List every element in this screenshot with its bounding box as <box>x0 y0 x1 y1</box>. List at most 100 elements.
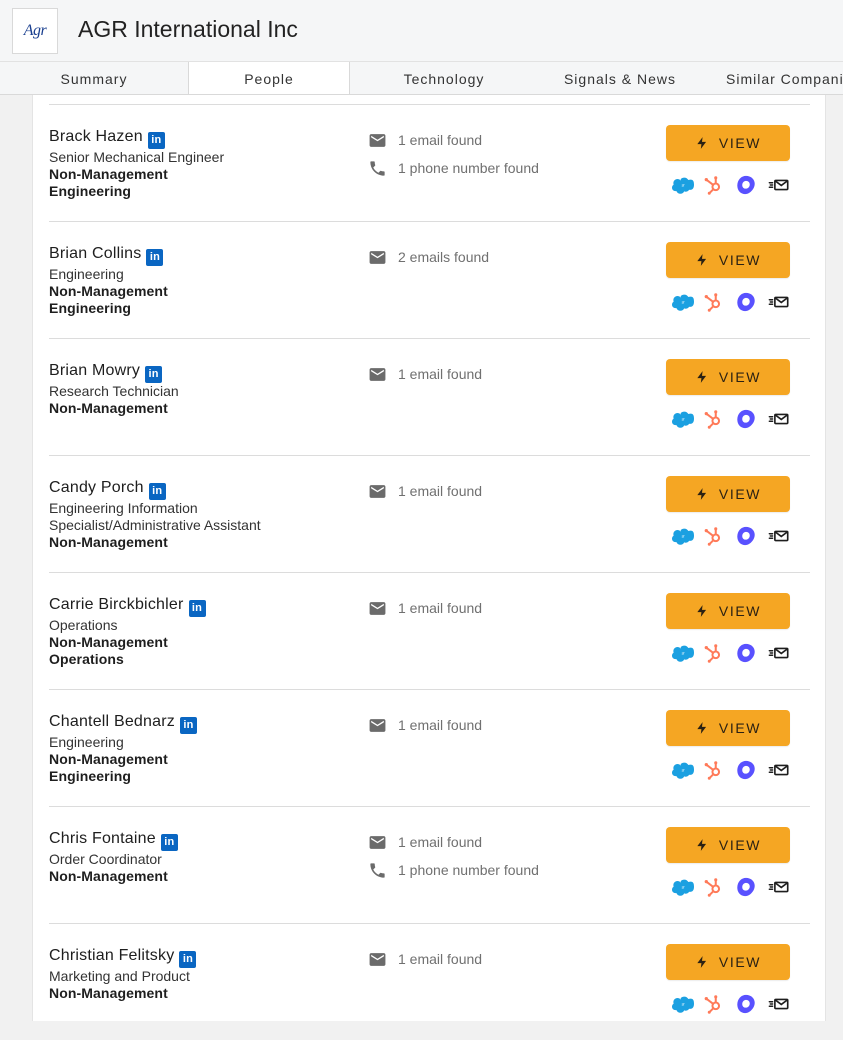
outreach-icon[interactable] <box>735 642 757 664</box>
integration-icons: sf <box>670 525 790 547</box>
view-button[interactable]: VIEW <box>666 710 790 746</box>
linkedin-icon[interactable]: in <box>145 366 163 383</box>
hubspot-icon[interactable] <box>702 759 724 781</box>
contact-info: 1 email found <box>368 711 482 739</box>
email-icon <box>368 599 398 618</box>
view-button[interactable]: VIEW <box>666 944 790 980</box>
person-details: Operations Non-Management Operations <box>49 617 168 668</box>
contact-info: 1 email found 1 phone number found <box>368 126 539 182</box>
hubspot-icon[interactable] <box>702 525 724 547</box>
send-email-icon[interactable] <box>768 876 790 898</box>
send-email-icon[interactable] <box>768 525 790 547</box>
person-name-text[interactable]: Chantell Bednarz <box>49 713 175 730</box>
person-name-text[interactable]: Carrie Birckbichler <box>49 596 184 613</box>
person-name-text[interactable]: Christian Felitsky <box>49 947 174 964</box>
hubspot-icon[interactable] <box>702 876 724 898</box>
salesforce-icon[interactable]: sf <box>672 759 694 781</box>
person-title: Engineering <box>49 734 124 750</box>
salesforce-icon[interactable]: sf <box>672 174 694 196</box>
email-count: 1 email found <box>368 594 482 622</box>
person-level: Non-Management <box>49 751 168 767</box>
outreach-icon[interactable] <box>735 993 757 1015</box>
view-button-label: VIEW <box>718 252 762 268</box>
company-logo-text: Agr <box>23 22 47 39</box>
view-button[interactable]: VIEW <box>666 125 790 161</box>
tab-summary[interactable]: Summary <box>0 62 188 94</box>
tab-signals-news[interactable]: Signals & News <box>538 62 702 94</box>
email-count: 2 emails found <box>368 243 489 271</box>
send-email-icon[interactable] <box>768 291 790 313</box>
person-row: Brian Mowry in Research Technician Non-Mana… <box>49 338 810 455</box>
person-name[interactable]: Candy Porch in <box>49 479 166 500</box>
person-details: Marketing and Product Non-Management <box>49 968 190 1002</box>
view-button-label: VIEW <box>718 603 762 619</box>
person-name[interactable]: Brack Hazen in <box>49 128 165 149</box>
view-button[interactable]: VIEW <box>666 827 790 863</box>
integration-icons: sf <box>670 642 790 664</box>
salesforce-icon[interactable]: sf <box>672 993 694 1015</box>
person-title: Research Technician <box>49 383 179 399</box>
tab-similar-companies[interactable]: Similar Companies <box>702 62 843 94</box>
hubspot-icon[interactable] <box>702 642 724 664</box>
linkedin-icon[interactable]: in <box>146 249 164 266</box>
person-name-text[interactable]: Brack Hazen <box>49 128 143 145</box>
person-level: Non-Management <box>49 166 168 182</box>
person-name[interactable]: Christian Felitsky in <box>49 947 197 968</box>
outreach-icon[interactable] <box>735 291 757 313</box>
hubspot-icon[interactable] <box>702 408 724 430</box>
email-icon <box>368 716 398 735</box>
person-details: Research Technician Non-Management <box>49 383 179 417</box>
person-name[interactable]: Brian Mowry in <box>49 362 163 383</box>
outreach-icon[interactable] <box>735 759 757 781</box>
linkedin-icon[interactable]: in <box>160 834 178 851</box>
linkedin-icon[interactable]: in <box>179 951 197 968</box>
person-name[interactable]: Brian Collins in <box>49 245 164 266</box>
hubspot-icon[interactable] <box>702 993 724 1015</box>
person-name[interactable]: Chantell Bednarz in <box>49 713 197 734</box>
salesforce-icon[interactable]: sf <box>672 876 694 898</box>
email-count-text: 2 emails found <box>398 249 490 265</box>
view-button-label: VIEW <box>718 954 762 970</box>
person-name-text[interactable]: Brian Mowry <box>49 362 140 379</box>
tab-people[interactable]: People <box>188 62 350 94</box>
person-title: Engineering Information <box>49 500 198 516</box>
lightning-icon <box>695 721 719 735</box>
email-icon <box>368 833 398 852</box>
view-button[interactable]: VIEW <box>666 476 790 512</box>
send-email-icon[interactable] <box>768 408 790 430</box>
tab-technology[interactable]: Technology <box>350 62 538 94</box>
linkedin-icon[interactable]: in <box>188 600 206 617</box>
hubspot-icon[interactable] <box>702 174 724 196</box>
outreach-icon[interactable] <box>735 876 757 898</box>
view-button[interactable]: VIEW <box>666 359 790 395</box>
view-button[interactable]: VIEW <box>666 593 790 629</box>
linkedin-icon[interactable]: in <box>148 483 166 500</box>
person-name-text[interactable]: Chris Fontaine <box>49 830 156 847</box>
view-button-label: VIEW <box>718 837 762 853</box>
salesforce-icon[interactable]: sf <box>672 642 694 664</box>
person-name[interactable]: Carrie Birckbichler in <box>49 596 206 617</box>
linkedin-icon[interactable]: in <box>179 717 197 734</box>
send-email-icon[interactable] <box>768 993 790 1015</box>
outreach-icon[interactable] <box>735 525 757 547</box>
outreach-icon[interactable] <box>735 174 757 196</box>
send-email-icon[interactable] <box>768 759 790 781</box>
send-email-icon[interactable] <box>768 642 790 664</box>
email-count-text: 1 email found <box>398 600 483 616</box>
salesforce-icon[interactable]: sf <box>672 291 694 313</box>
person-name-text[interactable]: Brian Collins <box>49 245 141 262</box>
company-name: AGR International Inc <box>78 16 298 42</box>
linkedin-icon[interactable]: in <box>147 132 165 149</box>
view-button[interactable]: VIEW <box>666 242 790 278</box>
person-name[interactable]: Chris Fontaine in <box>49 830 178 851</box>
hubspot-icon[interactable] <box>702 291 724 313</box>
outreach-icon[interactable] <box>735 408 757 430</box>
person-row: Brack Hazen in Senior Mechanical Engineer N… <box>49 104 810 221</box>
salesforce-icon[interactable]: sf <box>672 525 694 547</box>
salesforce-icon[interactable]: sf <box>672 408 694 430</box>
person-level: Non-Management <box>49 400 168 416</box>
person-details: Senior Mechanical Engineer Non-Management… <box>49 149 224 200</box>
person-name-text[interactable]: Candy Porch <box>49 479 144 496</box>
send-email-icon[interactable] <box>768 174 790 196</box>
email-count: 1 email found <box>368 126 539 154</box>
